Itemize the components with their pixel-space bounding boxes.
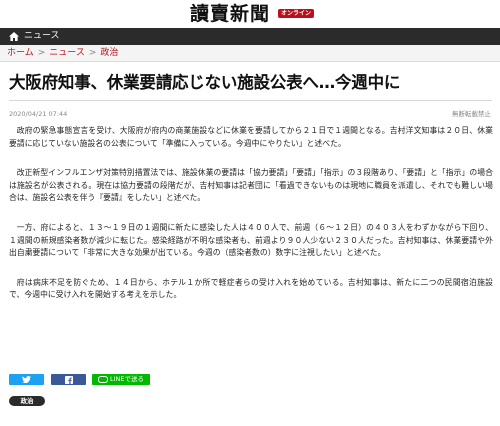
- section-navbar: ニュース: [0, 28, 500, 45]
- breadcrumb: ホーム > ニュース > 政治: [0, 45, 500, 62]
- article-body: 政府の緊急事態宣言を受け、大阪府が府内の商業施設などに休業を要請してから２１日で…: [9, 125, 493, 319]
- breadcrumb-separator: >: [88, 48, 97, 58]
- tag-politics[interactable]: 政治: [9, 396, 45, 406]
- article-paragraph: 改正新型インフルエンザ対策特別措置法では、施設休業の要請は「協力要請」「要請」「…: [9, 168, 493, 203]
- article-paragraph: 一方、府によると、１３〜１９日の１週間に新たに感染した人は４００人で、前週（６〜…: [9, 222, 493, 258]
- line-share-button[interactable]: LINEで送る: [92, 374, 150, 385]
- line-share-label: LINEで送る: [109, 375, 144, 383]
- online-badge: オンライン: [278, 9, 315, 18]
- article-date: 2020/04/21 07:44: [9, 110, 68, 118]
- headline-divider: [9, 100, 492, 101]
- breadcrumb-politics[interactable]: 政治: [100, 48, 118, 58]
- twitter-share-button[interactable]: [9, 374, 44, 385]
- facebook-icon: [64, 375, 73, 384]
- article-paragraph: 府は病床不足を防ぐため、１４日から、ホテル１か所で軽症者らの受け入れを始めている…: [9, 277, 493, 300]
- line-icon: [97, 376, 108, 383]
- nav-section-label[interactable]: ニュース: [24, 30, 60, 43]
- facebook-share-button[interactable]: [51, 374, 86, 385]
- breadcrumb-home[interactable]: ホーム: [7, 48, 34, 58]
- site-logo[interactable]: 讀賣新聞: [190, 3, 270, 25]
- twitter-icon: [22, 375, 31, 384]
- copyright-notice: 無断転載禁止: [452, 110, 491, 118]
- breadcrumb-separator: >: [37, 48, 46, 58]
- home-icon[interactable]: [9, 32, 19, 41]
- masthead: 讀賣新聞 オンライン: [0, 0, 500, 28]
- breadcrumb-news[interactable]: ニュース: [49, 48, 85, 58]
- article-paragraph: 政府の緊急事態宣言を受け、大阪府が府内の商業施設などに休業を要請してから２１日で…: [9, 126, 493, 148]
- article-headline: 大阪府知事、休業要請応じない施設公表へ…今週中に: [9, 73, 401, 92]
